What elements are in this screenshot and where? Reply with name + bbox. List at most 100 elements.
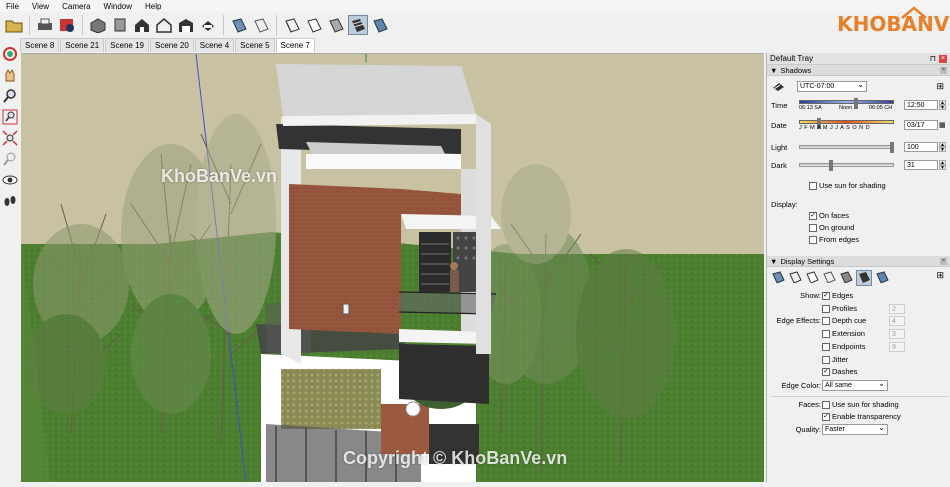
- quality-select[interactable]: Faster: [822, 423, 888, 435]
- print-icon[interactable]: [35, 15, 55, 35]
- xray-icon[interactable]: [251, 15, 271, 35]
- warehouse-icon[interactable]: [176, 15, 196, 35]
- wireframe-icon[interactable]: [282, 15, 302, 35]
- use-sun-label: Use sun for shading: [819, 181, 886, 190]
- profiles-checkbox[interactable]: [822, 304, 830, 313]
- face-style-buttons: [771, 270, 889, 286]
- date-slider[interactable]: J F M A M J J A S O N D: [799, 118, 894, 132]
- dark-field[interactable]: 31: [904, 160, 938, 170]
- extension-checkbox[interactable]: [822, 329, 830, 338]
- top-view-icon[interactable]: [229, 15, 249, 35]
- previous-view-icon[interactable]: [1, 149, 19, 168]
- pan-icon[interactable]: [1, 65, 19, 84]
- extension-field[interactable]: 3: [889, 329, 905, 339]
- time-slider-thumb[interactable]: [854, 98, 858, 109]
- look-around-icon[interactable]: [1, 170, 19, 189]
- tab-scene-7[interactable]: Scene 7: [275, 38, 315, 52]
- zoom-window-icon[interactable]: [1, 107, 19, 126]
- from-edges-checkbox[interactable]: [809, 235, 817, 244]
- shaded-icon[interactable]: [326, 15, 346, 35]
- person-figure: [450, 262, 459, 292]
- scene-tabs: Scene 8 Scene 21 Scene 19 Scene 20 Scene…: [20, 38, 316, 52]
- display-settings-icon[interactable]: ⊞: [936, 270, 944, 281]
- menu-window[interactable]: Window: [104, 2, 132, 11]
- components-icon[interactable]: [110, 15, 130, 35]
- close-section-icon[interactable]: ×: [940, 67, 947, 74]
- logo-text: KHOBANVE: [837, 12, 950, 36]
- main-toolbar: [0, 12, 765, 38]
- dark-spinner[interactable]: ▲ ▼: [939, 160, 946, 171]
- use-sun-checkbox[interactable]: [809, 181, 817, 190]
- collapse-arrow-icon: ▼: [770, 256, 778, 266]
- time-spinner[interactable]: ▲ ▼: [939, 100, 946, 111]
- orbit-icon[interactable]: [1, 44, 19, 63]
- menu-file[interactable]: File: [6, 2, 19, 11]
- textured-style-icon[interactable]: [856, 270, 872, 286]
- menu-view[interactable]: View: [32, 2, 49, 11]
- toolbar-separator: [223, 15, 224, 35]
- pin-icon[interactable]: ⊓: [930, 54, 936, 63]
- on-faces-checkbox[interactable]: ✓: [809, 211, 817, 220]
- house-right-edge: [476, 114, 491, 354]
- zoom-icon[interactable]: [1, 86, 19, 105]
- quality-label: Quality:: [795, 425, 821, 434]
- depth-cue-checkbox[interactable]: [822, 316, 830, 325]
- tab-scene-21[interactable]: Scene 21: [60, 38, 105, 52]
- light-spinner[interactable]: ▲ ▼: [939, 142, 946, 153]
- time-noon: Noon: [839, 105, 853, 111]
- monochrome-icon[interactable]: [370, 15, 390, 35]
- wireframe-style-icon[interactable]: [788, 271, 802, 285]
- white-style-icon[interactable]: [822, 271, 836, 285]
- shaded-textures-icon[interactable]: [348, 15, 368, 35]
- endpoints-field[interactable]: 9: [889, 342, 905, 352]
- light-field[interactable]: 100: [904, 142, 938, 152]
- iso-view-icon[interactable]: [198, 15, 218, 35]
- home-icon[interactable]: [132, 15, 152, 35]
- edge-color-select[interactable]: All same: [822, 379, 888, 391]
- timezone-select[interactable]: UTC-07:00: [797, 80, 867, 92]
- xray-style-icon[interactable]: [771, 271, 785, 285]
- shaded-view-icon[interactable]: [88, 15, 108, 35]
- tab-scene-20[interactable]: Scene 20: [149, 38, 194, 52]
- menu-help[interactable]: Help: [145, 2, 161, 11]
- hidden-line-style-icon[interactable]: [805, 271, 819, 285]
- shadows-section-header[interactable]: ▼ Shadows ×: [767, 65, 950, 76]
- model-info-icon[interactable]: [57, 15, 77, 35]
- zoom-extents-icon[interactable]: [1, 128, 19, 147]
- open-icon[interactable]: [4, 15, 24, 35]
- model-viewport[interactable]: KhoBanVe.vn Copyright © KhoBanVe.vn: [21, 53, 764, 482]
- time-field[interactable]: 12:50: [904, 100, 938, 110]
- enable-transparency-checkbox[interactable]: ✓: [822, 412, 830, 421]
- tab-scene-4[interactable]: Scene 4: [194, 38, 235, 52]
- close-tray-icon[interactable]: ×: [939, 54, 947, 63]
- shadow-settings-icon[interactable]: ⊞: [936, 81, 944, 92]
- hidden-line-icon[interactable]: [304, 15, 324, 35]
- time-slider[interactable]: 06:13 SA Noon 06:05 CH: [799, 98, 894, 112]
- on-ground-checkbox[interactable]: [809, 223, 817, 232]
- edge-effects-label: Edge Effects:: [776, 316, 821, 325]
- calendar-icon[interactable]: ▦: [939, 121, 946, 129]
- depth-cue-field[interactable]: 4: [889, 316, 905, 326]
- jitter-checkbox[interactable]: [822, 355, 830, 364]
- display-settings-title: Display Settings: [780, 256, 835, 266]
- shadow-toggle-icon[interactable]: [771, 80, 785, 92]
- edges-checkbox[interactable]: ✓: [822, 291, 830, 300]
- date-field[interactable]: 03/17: [904, 120, 938, 130]
- monochrome-style-icon[interactable]: [875, 271, 889, 285]
- faces-use-sun-checkbox[interactable]: [822, 400, 830, 409]
- endpoints-checkbox[interactable]: [822, 342, 830, 351]
- profiles-width-field[interactable]: 2: [889, 304, 905, 314]
- display-settings-header[interactable]: ▼ Display Settings ×: [767, 256, 950, 267]
- light-slider[interactable]: [799, 142, 894, 153]
- dark-label: Dark: [771, 160, 787, 170]
- tab-scene-5[interactable]: Scene 5: [235, 38, 275, 52]
- dashes-checkbox[interactable]: ✓: [822, 367, 830, 376]
- close-section-icon[interactable]: ×: [940, 258, 947, 265]
- tab-scene-19[interactable]: Scene 19: [105, 38, 149, 52]
- shaded-style-icon[interactable]: [839, 271, 853, 285]
- dark-slider[interactable]: [799, 160, 894, 171]
- menu-camera[interactable]: Camera: [62, 2, 90, 11]
- walk-icon[interactable]: [1, 191, 19, 210]
- tab-scene-8[interactable]: Scene 8: [20, 38, 60, 52]
- home-outline-icon[interactable]: [154, 15, 174, 35]
